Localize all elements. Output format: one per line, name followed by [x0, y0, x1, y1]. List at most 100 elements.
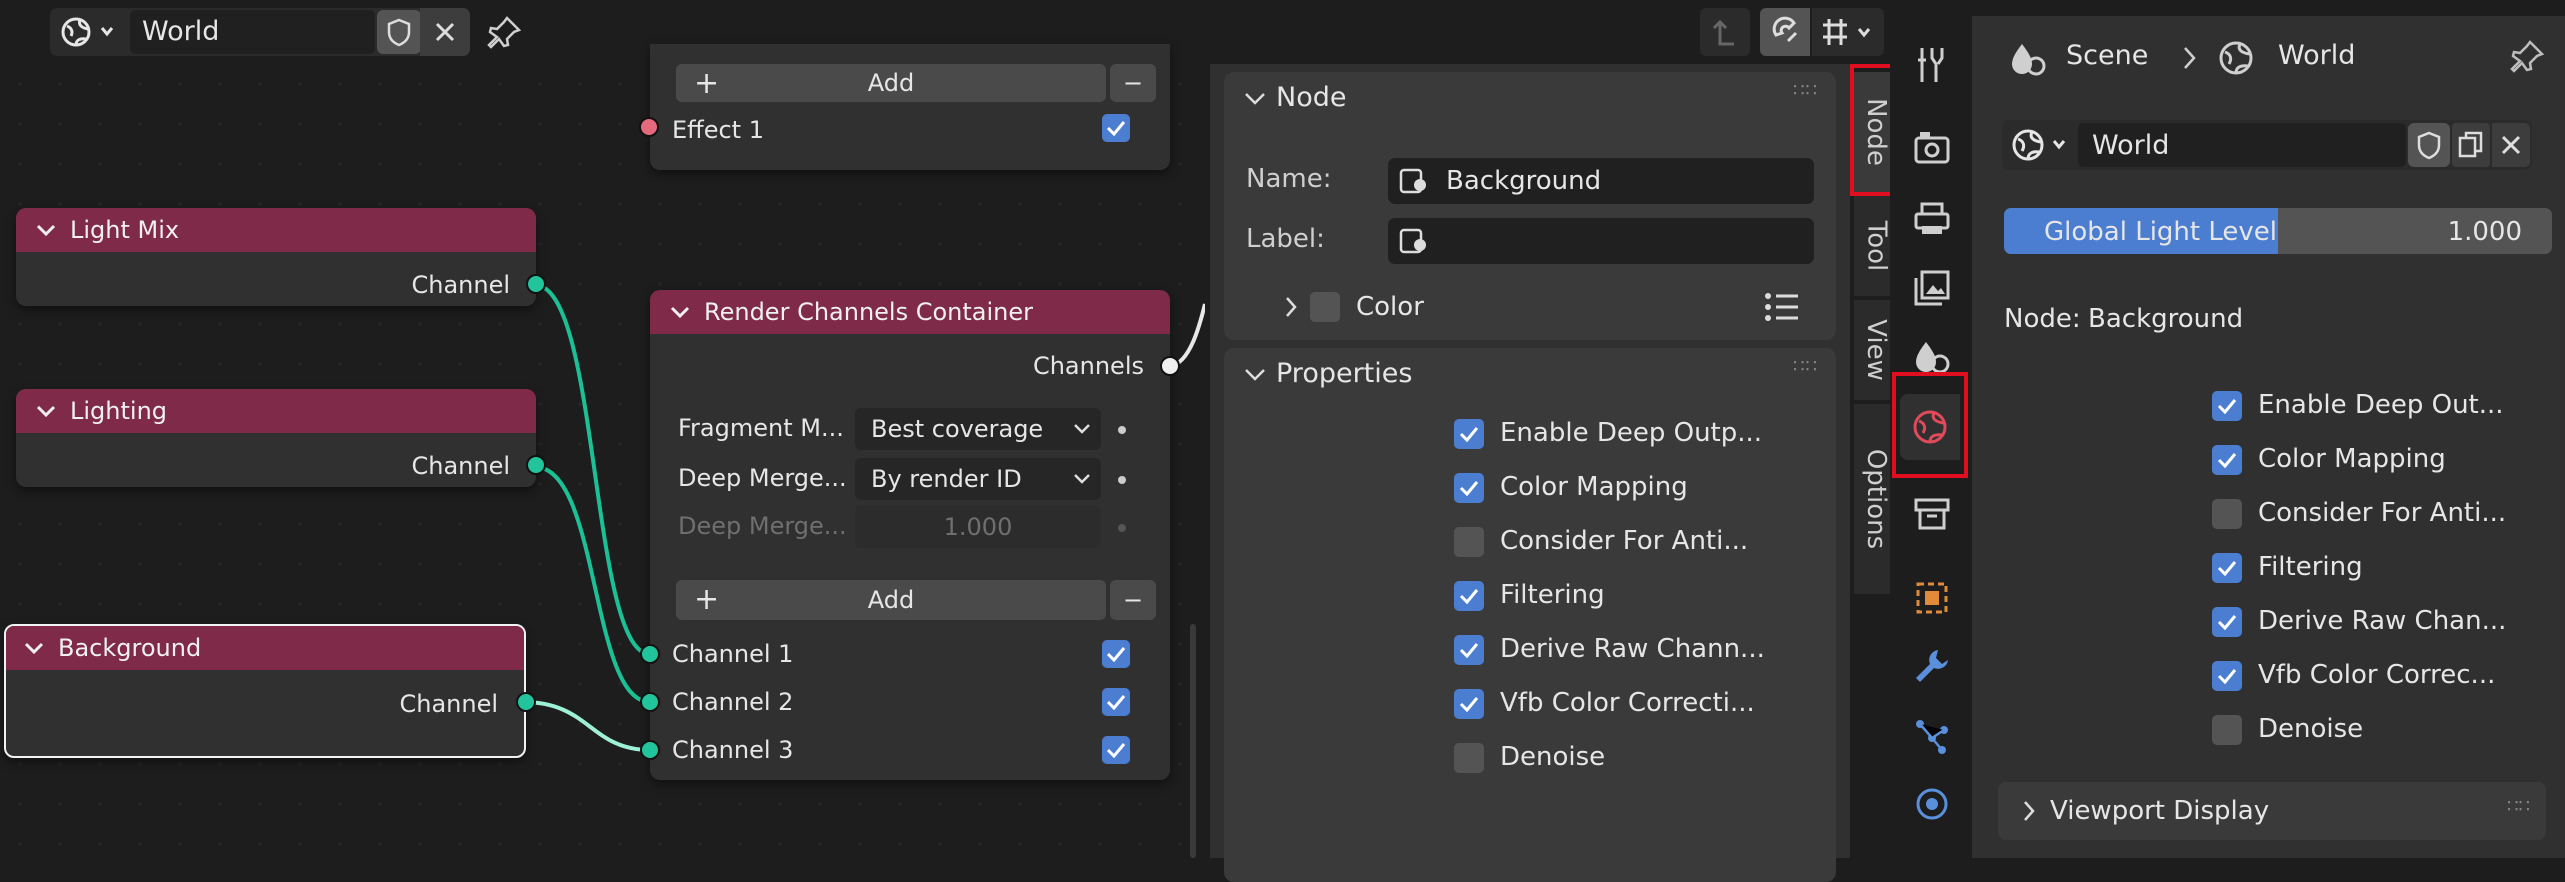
snap-grid-dropdown-icon[interactable]: [1812, 8, 1884, 56]
node-effects-partial[interactable]: + Add − Effect 1: [639, 44, 1170, 170]
background-output-socket[interactable]: [516, 692, 536, 712]
npanel-property-checkbox[interactable]: [1454, 743, 1484, 773]
npanel-property-item[interactable]: Color Mapping: [1454, 470, 1854, 506]
world-property-item[interactable]: Color Mapping: [2212, 442, 2565, 478]
node-light-mix[interactable]: Light Mix Channel: [16, 208, 546, 306]
drag-handle-icon[interactable]: ∷∷: [2507, 796, 2530, 817]
pin-icon[interactable]: [2508, 36, 2548, 76]
node-section-header[interactable]: Node ∷∷: [1224, 72, 1836, 122]
world-property-checkbox[interactable]: [2212, 553, 2242, 583]
snap-magnet-icon[interactable]: [1760, 8, 1810, 56]
editor-scrollbar[interactable]: [1190, 624, 1196, 858]
physics-icon[interactable]: [1912, 784, 1952, 824]
breadcrumb-world[interactable]: World: [2278, 40, 2355, 71]
deep-merge-mode-select[interactable]: By render ID: [855, 458, 1101, 500]
world-name-field[interactable]: World: [130, 10, 375, 54]
node-lighting-header[interactable]: Lighting: [16, 389, 536, 433]
color-subpanel-header[interactable]: Color: [1284, 286, 1824, 330]
npanel-property-item[interactable]: Enable Deep Outp...: [1454, 416, 1854, 452]
view-layer-icon[interactable]: [1912, 268, 1952, 308]
drag-handle-icon[interactable]: ∷∷: [1793, 356, 1818, 377]
properties-section-header[interactable]: Properties ∷∷: [1224, 348, 1836, 398]
effects-add-button[interactable]: + Add: [676, 64, 1106, 102]
world-property-checkbox[interactable]: [2212, 661, 2242, 691]
tool-icon[interactable]: [1912, 44, 1952, 84]
collapse-chevron-icon[interactable]: [24, 641, 44, 655]
node-render-channels-header[interactable]: Render Channels Container: [650, 290, 1170, 334]
world-property-item[interactable]: Vfb Color Correc...: [2212, 658, 2565, 694]
node-render-channels-container[interactable]: Render Channels Container Channels Fragm…: [640, 290, 1180, 780]
world-icon[interactable]: [58, 14, 118, 50]
collapse-chevron-icon[interactable]: [36, 223, 56, 237]
effects-remove-button[interactable]: −: [1110, 64, 1156, 102]
npanel-property-item[interactable]: Derive Raw Chann...: [1454, 632, 1854, 668]
world-property-checkbox[interactable]: [2212, 445, 2242, 475]
world-property-item[interactable]: Consider For Anti...: [2212, 496, 2565, 532]
world-property-checkbox[interactable]: [2212, 607, 2242, 637]
world-datablock-name-field[interactable]: World: [2078, 123, 2406, 167]
world-property-checkbox[interactable]: [2212, 499, 2242, 529]
npanel-property-checkbox[interactable]: [1454, 473, 1484, 503]
fake-user-shield-icon[interactable]: [377, 10, 421, 54]
channels-remove-button[interactable]: −: [1110, 580, 1156, 620]
unlink-close-icon[interactable]: [420, 8, 470, 56]
scene-icon[interactable]: [1912, 336, 1952, 376]
lighting-output-socket[interactable]: [526, 455, 546, 475]
object-icon[interactable]: [1912, 578, 1952, 618]
world-property-checkbox[interactable]: [2212, 715, 2242, 745]
list-menu-icon[interactable]: [1762, 288, 1802, 326]
breadcrumb-scene[interactable]: Scene: [2066, 40, 2148, 71]
light-mix-output-socket[interactable]: [526, 274, 546, 294]
channel-1-checkbox[interactable]: [1102, 640, 1130, 668]
collection-icon[interactable]: [1912, 494, 1952, 534]
effect-1-checkbox[interactable]: [1102, 114, 1130, 142]
channels-add-button[interactable]: + Add: [676, 580, 1106, 620]
npanel-property-checkbox[interactable]: [1454, 527, 1484, 557]
particles-icon[interactable]: [1912, 716, 1952, 756]
collapse-chevron-icon[interactable]: [670, 305, 690, 319]
npanel-property-item[interactable]: Consider For Anti...: [1454, 524, 1854, 560]
duplicate-icon[interactable]: [2452, 123, 2490, 167]
npanel-property-item[interactable]: Vfb Color Correcti...: [1454, 686, 1854, 722]
npanel-property-checkbox[interactable]: [1454, 635, 1484, 665]
unlink-close-icon[interactable]: [2492, 123, 2530, 167]
node-name-field[interactable]: Background: [1388, 158, 1814, 204]
node-background[interactable]: Background Channel: [4, 624, 536, 758]
world-property-checkbox[interactable]: [2212, 391, 2242, 421]
world-icon[interactable]: [2010, 126, 2070, 164]
render-icon[interactable]: [1912, 128, 1952, 168]
viewport-display-panel-header[interactable]: Viewport Display ∷∷: [1998, 782, 2546, 840]
channel-3-input-socket[interactable]: [640, 740, 660, 760]
parent-node-tree-icon[interactable]: [1700, 8, 1750, 56]
channels-output-socket[interactable]: [1160, 356, 1180, 376]
npanel-property-checkbox[interactable]: [1454, 419, 1484, 449]
world-property-item[interactable]: Denoise: [2212, 712, 2565, 748]
npanel-property-checkbox[interactable]: [1454, 689, 1484, 719]
fragment-merge-select[interactable]: Best coverage: [855, 408, 1101, 450]
global-light-level-slider[interactable]: Global Light Level 1.000: [2004, 208, 2552, 254]
output-icon[interactable]: [1912, 198, 1952, 238]
channel-1-input-socket[interactable]: [640, 644, 660, 664]
keyframe-dot-icon[interactable]: [1118, 476, 1126, 484]
channel-3-checkbox[interactable]: [1102, 736, 1130, 764]
keyframe-dot-icon[interactable]: [1118, 426, 1126, 434]
channel-2-checkbox[interactable]: [1102, 688, 1130, 716]
drag-handle-icon[interactable]: ∷∷: [1793, 80, 1818, 101]
color-checkbox[interactable]: [1310, 292, 1340, 322]
collapse-chevron-icon[interactable]: [36, 404, 56, 418]
world-property-item[interactable]: Enable Deep Out...: [2212, 388, 2565, 424]
npanel-property-checkbox[interactable]: [1454, 581, 1484, 611]
node-lighting[interactable]: Lighting Channel: [16, 389, 546, 487]
modifier-wrench-icon[interactable]: [1912, 646, 1952, 686]
node-light-mix-header[interactable]: Light Mix: [16, 208, 536, 252]
pin-icon[interactable]: [485, 12, 529, 52]
node-label-field[interactable]: [1388, 218, 1814, 264]
channel-2-input-socket[interactable]: [640, 692, 660, 712]
fake-user-shield-icon[interactable]: [2408, 123, 2450, 167]
world-property-item[interactable]: Filtering: [2212, 550, 2565, 586]
node-editor-canvas[interactable]: + Add − Effect 1 Light Mix Channel Light…: [0, 44, 1205, 858]
effect-1-input-socket[interactable]: [639, 117, 659, 137]
node-background-header[interactable]: Background: [6, 626, 524, 670]
npanel-property-item[interactable]: Denoise: [1454, 740, 1854, 776]
npanel-property-item[interactable]: Filtering: [1454, 578, 1854, 614]
